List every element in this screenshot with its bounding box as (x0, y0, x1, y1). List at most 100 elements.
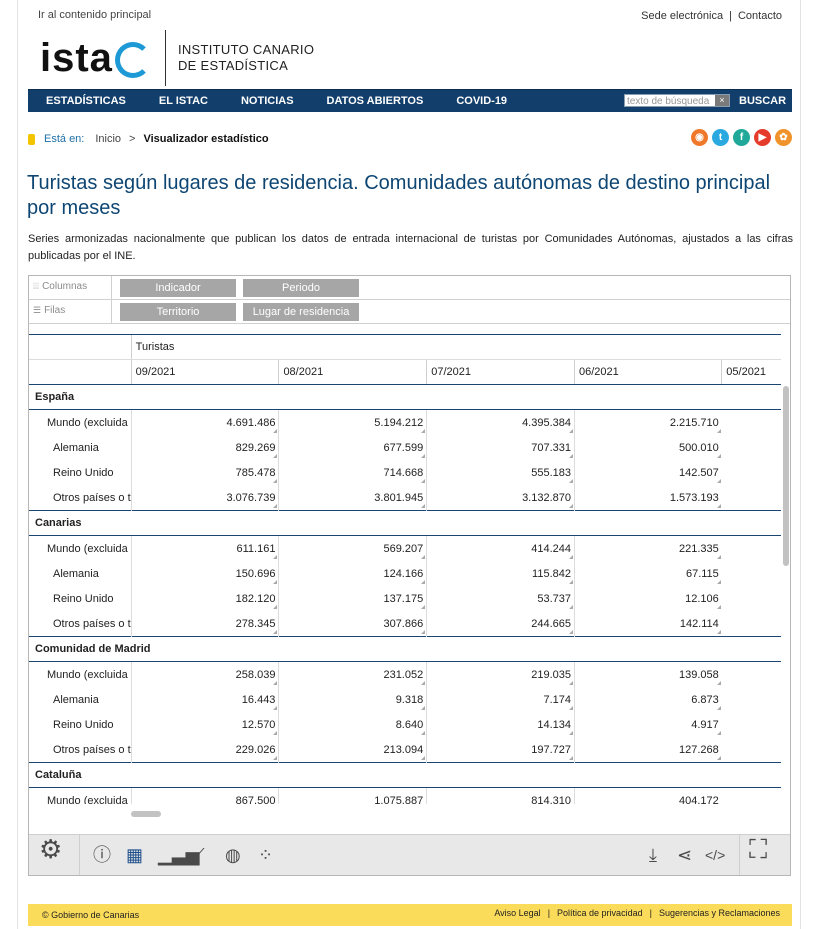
nav-item-datos-abiertos[interactable]: DATOS ABIERTOS (327, 90, 424, 112)
value-cell: 12.570 (130, 712, 279, 737)
indicator-header-row: Turistas (29, 334, 781, 360)
footer-copyright: © Gobierno de Canarias (42, 910, 140, 920)
data-table-area[interactable]: Turistas 09/2021 08/2021 07/2021 06/2021… (29, 334, 781, 804)
page-title: Turistas según lugares de residencia. Co… (27, 172, 771, 219)
search-button[interactable]: BUSCAR (739, 90, 786, 112)
table-row: Mundo (excluida 611.161 569.207 414.244 … (29, 535, 781, 562)
chip-periodo[interactable]: Periodo (243, 279, 359, 297)
flickr-icon[interactable]: f (733, 129, 750, 146)
row-label[interactable]: Reino Unido (29, 586, 131, 611)
value-cell (722, 435, 781, 460)
value-cell: 829.269 (130, 435, 279, 460)
table-icon[interactable]: ▦ (126, 844, 143, 866)
politica-privacidad-link[interactable]: Política de privacidad (557, 908, 643, 918)
row-label[interactable]: Reino Unido (29, 712, 131, 737)
horizontal-scrollbar[interactable] (131, 811, 161, 817)
corner-cell (29, 334, 132, 360)
row-label[interactable]: Alemania (29, 687, 131, 712)
region-label[interactable]: Comunidad de Madrid (29, 636, 781, 662)
region-label[interactable]: España (29, 384, 781, 410)
search-input[interactable]: texto de búsqueda × (624, 94, 730, 107)
line-chart-icon[interactable]: ⟋ (192, 844, 205, 866)
breadcrumb-separator: > (129, 133, 136, 145)
twitter-icon[interactable]: t (712, 129, 729, 146)
row-label[interactable]: Otros países o t (29, 611, 131, 637)
chip-indicador[interactable]: Indicador (120, 279, 236, 297)
value-cell (722, 687, 781, 712)
period-header[interactable]: 08/2021 (278, 359, 427, 385)
value-cell (722, 485, 781, 511)
skip-to-content-link[interactable]: Ir al contenido principal (38, 9, 151, 21)
region-label[interactable]: Cataluña (29, 762, 781, 788)
nav-item-el-istac[interactable]: EL ISTAC (159, 90, 208, 112)
value-cell: 8.640 (278, 712, 427, 737)
value-cell: 1.573.193 (573, 485, 722, 511)
breadcrumb-current: Visualizador estadístico (143, 133, 269, 145)
search-placeholder: texto de búsqueda (627, 96, 710, 107)
info-icon[interactable]: ⓘ (93, 844, 111, 866)
value-cell (722, 712, 781, 737)
value-cell: 4.395.384 (426, 409, 575, 435)
bubble-map-icon[interactable]: ⁘ (258, 844, 273, 866)
page-description: Series armonizadas nacionalmente que pub… (28, 233, 793, 262)
share-icon[interactable]: ⋖ (677, 844, 692, 866)
row-label[interactable]: Mundo (excluida (29, 536, 131, 562)
fullscreen-icon[interactable]: ⛶ (749, 836, 767, 862)
region-row: Cataluña (29, 762, 781, 788)
rss-icon[interactable]: ◉ (691, 129, 708, 146)
row-label[interactable]: Alemania (29, 435, 131, 460)
aviso-legal-link[interactable]: Aviso Legal (494, 908, 540, 918)
row-label[interactable]: Otros países o t (29, 485, 131, 511)
row-label[interactable]: Mundo (excluida (29, 662, 131, 688)
value-cell: 142.507 (573, 460, 722, 485)
region-row: Canarias (29, 510, 781, 536)
corner-cell (29, 359, 132, 385)
value-cell: 569.207 (278, 535, 427, 561)
value-cell: 16.443 (130, 687, 279, 712)
sugerencias-link[interactable]: Sugerencias y Reclamaciones (659, 908, 780, 918)
breadcrumb-home-link[interactable]: Inicio (95, 133, 121, 145)
value-cell: 307.866 (278, 611, 427, 637)
istac-logo[interactable]: ista INSTITUTO CANARIO DE ESTADÍSTICA (40, 30, 314, 86)
logo-text: INSTITUTO CANARIO DE ESTADÍSTICA (178, 42, 314, 74)
period-header[interactable]: 05/2021 (721, 359, 781, 385)
table-row: Alemania 16.443 9.318 7.174 6.873 (29, 687, 781, 712)
nav-item-estadisticas[interactable]: ESTADÍSTICAS (46, 90, 126, 112)
value-cell: 231.052 (278, 661, 427, 687)
value-cell: 414.244 (426, 535, 575, 561)
table-row: Mundo (excluida 4.691.486 5.194.212 4.39… (29, 409, 781, 436)
value-cell: 14.134 (426, 712, 575, 737)
row-label[interactable]: Alemania (29, 561, 131, 586)
value-cell: 7.174 (426, 687, 575, 712)
region-row: Comunidad de Madrid (29, 636, 781, 662)
contacto-link[interactable]: Contacto (738, 10, 782, 22)
value-cell: 244.665 (426, 611, 575, 637)
map-icon[interactable]: ◍ (225, 844, 241, 866)
period-header[interactable]: 09/2021 (130, 359, 279, 385)
chip-lugar-residencia[interactable]: Lugar de residencia (243, 303, 359, 321)
row-label[interactable]: Otros países o t (29, 737, 131, 763)
row-label[interactable]: Mundo (excluida (29, 410, 131, 436)
embed-icon[interactable]: </> (705, 844, 725, 866)
youtube-icon[interactable]: ▶ (754, 129, 771, 146)
chip-territorio[interactable]: Territorio (120, 303, 236, 321)
nav-item-covid-19[interactable]: COVID-19 (456, 90, 507, 112)
value-cell (722, 536, 781, 562)
search-clear-icon[interactable]: × (715, 95, 729, 106)
breadcrumb-label: Está en: (44, 133, 85, 145)
download-icon[interactable]: ⤓ (649, 844, 657, 866)
period-header[interactable]: 07/2021 (426, 359, 575, 385)
nav-item-noticias[interactable]: NOTICIAS (241, 90, 294, 112)
row-label[interactable]: Reino Unido (29, 460, 131, 485)
top-links-separator: | (729, 10, 732, 22)
vertical-scrollbar[interactable] (783, 386, 789, 566)
slideshare-icon[interactable]: ✿ (775, 129, 792, 146)
region-label[interactable]: Canarias (29, 510, 781, 536)
breadcrumb: Está en: Inicio > Visualizador estadísti… (28, 133, 269, 145)
period-header[interactable]: 06/2021 (573, 359, 722, 385)
table-row: Alemania 829.269 677.599 707.331 500.010 (29, 435, 781, 460)
settings-icon[interactable]: ⚙ (39, 836, 62, 862)
value-cell: 3.076.739 (130, 485, 279, 511)
sede-electronica-link[interactable]: Sede electrónica (641, 10, 723, 22)
row-label[interactable]: Mundo (excluida (29, 788, 131, 805)
